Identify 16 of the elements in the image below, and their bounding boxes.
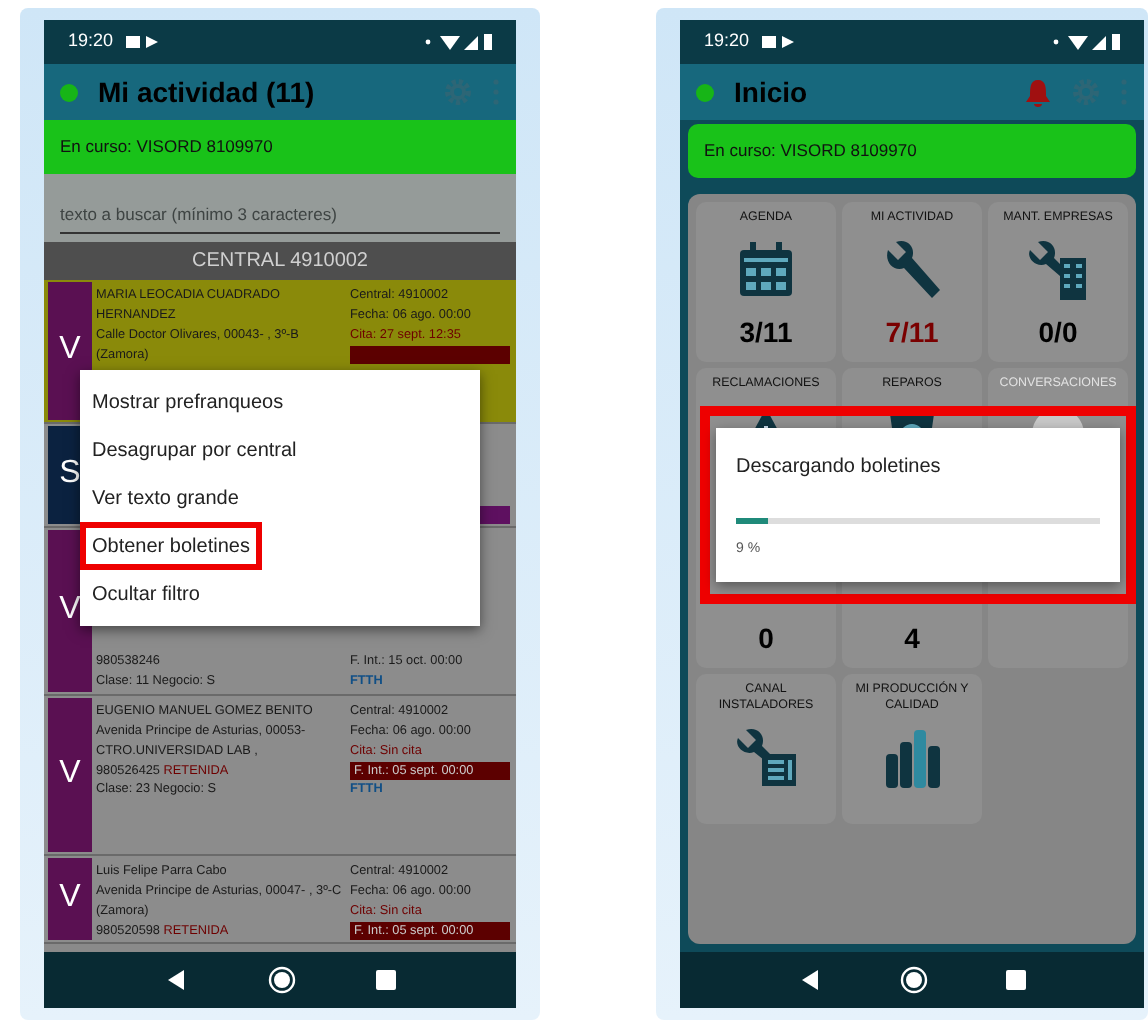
job-letter-tile: V <box>48 857 92 941</box>
job-letter-tile: V <box>48 697 92 852</box>
dialog-title: Descargando boletines <box>736 454 943 482</box>
in-progress-banner: En curso: VISORD 8109970 <box>44 120 516 174</box>
tile-count: 0/0 <box>1038 313 1078 352</box>
screen-title: Mi actividad (11) <box>98 73 317 112</box>
screen-title: Inicio <box>734 73 810 111</box>
job-letter-tile: V <box>48 281 92 420</box>
tile-count: 0 <box>758 619 774 658</box>
status-time: 19:20 <box>704 28 750 55</box>
tile-count: 3/11 <box>739 313 793 352</box>
tile-count: 4 <box>904 619 920 658</box>
group-header: CENTRAL 4910002 <box>44 241 516 280</box>
status-time: 19:20 <box>68 28 114 55</box>
tile-count: 7/11 <box>885 313 939 352</box>
in-progress-banner: En curso: VISORD 8109970 <box>688 124 1136 178</box>
